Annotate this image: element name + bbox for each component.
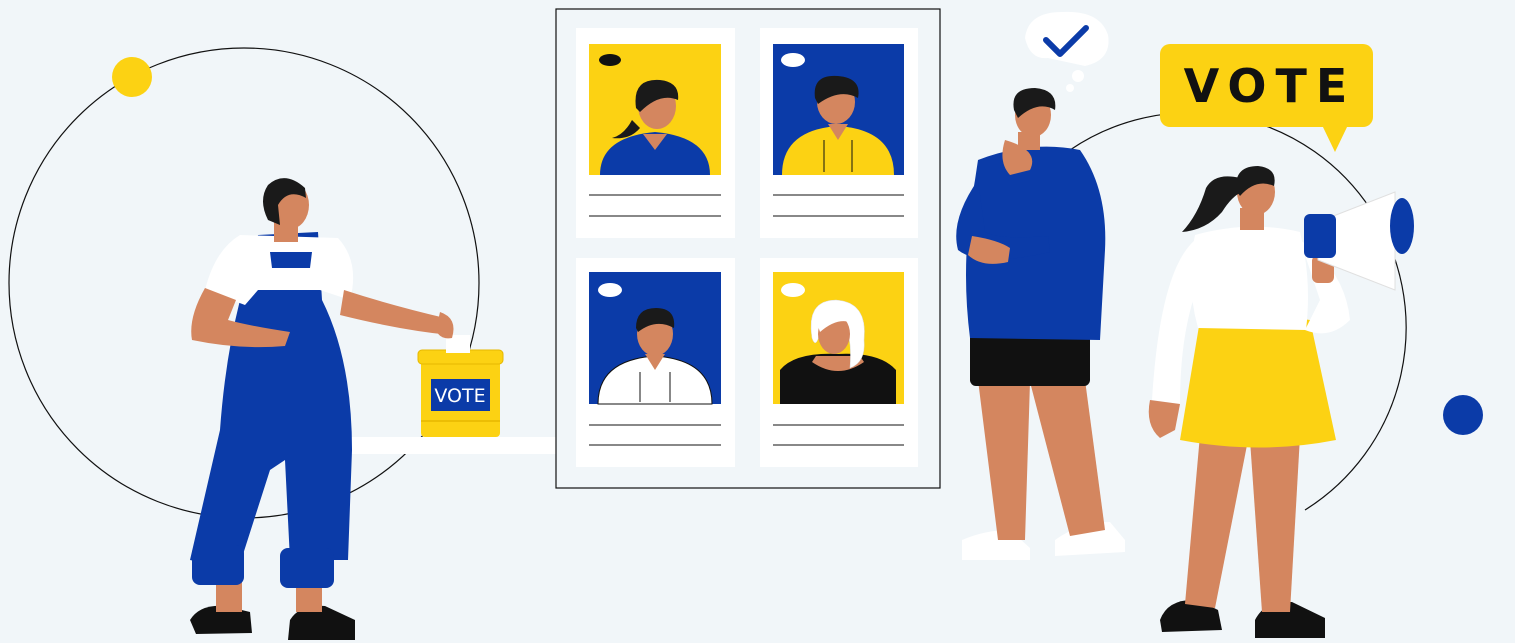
candidate-card	[760, 28, 918, 238]
candidate-card	[576, 28, 735, 238]
table-ledge	[345, 437, 557, 454]
blue-dot	[1443, 395, 1483, 435]
speech-dot-icon	[599, 54, 621, 66]
candidate-card	[576, 258, 735, 467]
thought-dot	[1066, 84, 1074, 92]
thought-dot	[1072, 70, 1084, 82]
megaphone-mouth	[1390, 198, 1414, 254]
right-cuff	[280, 548, 334, 588]
ballot-box-label: VOTE	[434, 385, 485, 407]
speech-dot-icon	[781, 53, 805, 67]
yellow-dot	[112, 57, 152, 97]
speech-bubble-text: VOTE	[1184, 59, 1357, 113]
megaphone-handle	[1304, 214, 1336, 258]
candidate-board	[555, 8, 941, 489]
speech-dot-icon	[781, 283, 805, 297]
white-sweater	[1190, 226, 1308, 330]
left-ankle	[216, 582, 242, 612]
speech-dot-icon	[598, 283, 622, 297]
left-cuff	[192, 545, 244, 585]
yellow-skirt	[1180, 316, 1336, 448]
ballot-box: VOTE	[417, 335, 504, 437]
candidate-card	[760, 258, 918, 467]
bib	[270, 252, 312, 268]
voting-illustration: VOTE VOTE	[0, 0, 1515, 643]
